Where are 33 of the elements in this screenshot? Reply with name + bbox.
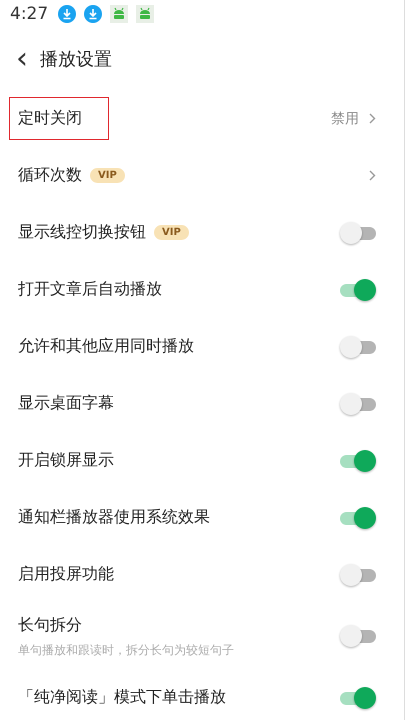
setting-label: 启用投屏功能	[18, 563, 114, 585]
vip-badge: VIP	[90, 168, 125, 183]
setting-label: 「纯净阅读」模式下单击播放	[18, 686, 226, 708]
toggle-switch[interactable]	[340, 450, 376, 472]
toggle-switch[interactable]	[340, 392, 376, 414]
setting-description: 单句播放和跟读时，拆分长句为较短句子	[18, 642, 234, 659]
page-title: 播放设置	[40, 48, 112, 71]
chevron-icon[interactable]	[369, 113, 376, 124]
setting-value: 禁用	[331, 110, 359, 128]
robot-icon	[110, 5, 128, 23]
setting-label: 通知栏播放器使用系统效果	[18, 506, 210, 528]
download-icon	[58, 5, 76, 23]
toggle-switch[interactable]	[340, 564, 376, 586]
back-button[interactable]: ‹	[14, 44, 30, 74]
status-time: 4:27	[10, 4, 48, 24]
toggle-switch[interactable]	[340, 506, 376, 528]
toggle-switch[interactable]	[340, 278, 376, 300]
setting-label: 允许和其他应用同时播放	[18, 335, 194, 357]
toggle-switch[interactable]	[340, 686, 376, 708]
toggle-switch[interactable]	[340, 222, 376, 244]
download-icon	[84, 5, 102, 23]
setting-label: 定时关闭	[10, 98, 108, 139]
setting-label: 显示线控切换按钮	[18, 221, 146, 243]
chevron-icon[interactable]	[369, 170, 376, 181]
setting-label: 循环次数	[18, 164, 82, 186]
robot-icon	[136, 5, 154, 23]
setting-label: 长句拆分	[18, 614, 82, 636]
toggle-switch[interactable]	[340, 336, 376, 358]
toggle-switch[interactable]	[340, 625, 376, 647]
setting-label: 显示桌面字幕	[18, 392, 114, 414]
setting-label: 开启锁屏显示	[18, 449, 114, 471]
setting-label: 打开文章后自动播放	[18, 278, 162, 300]
vip-badge: VIP	[154, 225, 189, 240]
